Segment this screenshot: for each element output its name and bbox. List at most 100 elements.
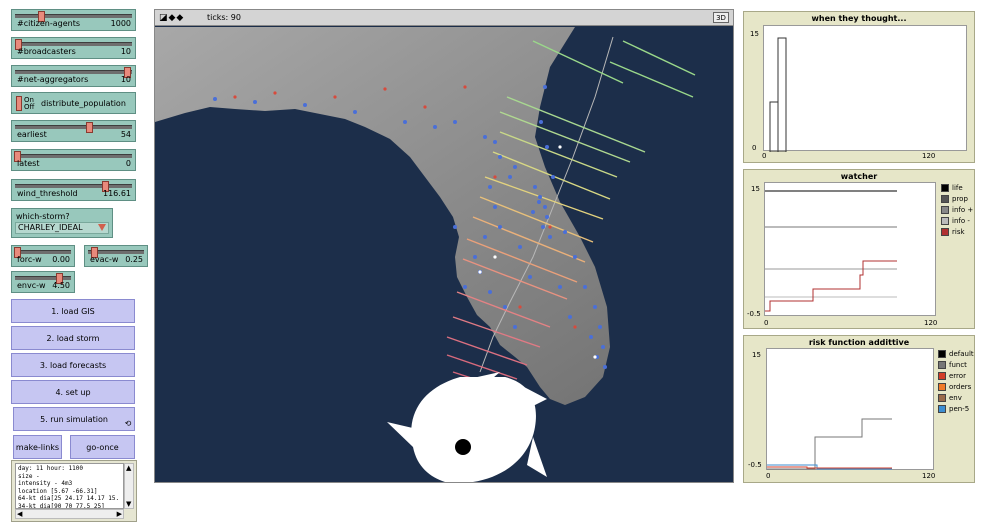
- legend-label: funct: [949, 360, 967, 369]
- legend-swatch: [941, 216, 949, 225]
- load-forecasts-button[interactable]: 3. load forecasts: [11, 353, 135, 377]
- slider-value: 116.61: [103, 189, 131, 198]
- world-view[interactable]: ◪◆◆ ticks: 90 3D: [154, 9, 734, 483]
- legend-label: orders: [949, 382, 972, 391]
- slider-value: 10: [120, 75, 131, 84]
- run-simulation-button[interactable]: 5. run simulation ⟲: [13, 407, 135, 431]
- plot-svg: [765, 190, 897, 312]
- slider-label: #citizen-agents: [17, 19, 81, 28]
- earliest-slider[interactable]: earliest 54: [11, 120, 136, 142]
- switch-label: distribute_population: [41, 99, 126, 108]
- y-max-label: 15: [750, 30, 759, 38]
- scroll-down-icon[interactable]: ▼: [126, 500, 131, 508]
- scroll-up-icon[interactable]: ▲: [126, 464, 131, 472]
- legend-swatch: [938, 349, 946, 358]
- latest-slider[interactable]: latest 0: [11, 149, 136, 171]
- legend: life prop info + info - risk: [941, 182, 973, 237]
- legend-item: pen-5: [938, 403, 974, 414]
- plot-area: [764, 182, 936, 316]
- button-label: 1. load GIS: [51, 306, 95, 316]
- x-min-label: 0: [762, 152, 767, 160]
- legend-label: env: [949, 393, 962, 402]
- legend-swatch: [941, 183, 949, 192]
- plot-area: [766, 348, 934, 470]
- view-controls-icon[interactable]: ◪◆◆: [159, 13, 184, 23]
- legend-swatch: [941, 205, 949, 214]
- plot-risk-function-additive[interactable]: risk function addittive 15 -0.5 0 120 de…: [743, 335, 975, 483]
- legend-swatch: [938, 404, 946, 413]
- switch-toggle[interactable]: [16, 96, 22, 111]
- legend-swatch: [938, 393, 946, 402]
- setup-button[interactable]: 4. set up: [11, 380, 135, 404]
- slider-label: envc-w: [17, 281, 46, 290]
- slider-track: [15, 125, 132, 129]
- net-aggregators-slider[interactable]: #net-aggregators 10: [11, 65, 136, 87]
- envc-w-slider[interactable]: envc-w 4.50: [11, 271, 75, 293]
- slider-label: forc-w: [17, 255, 42, 264]
- output-text: day: 11 hour: 1100 size - intensity - 4m…: [15, 463, 124, 509]
- load-storm-button[interactable]: 2. load storm: [11, 326, 135, 350]
- distribute-population-switch[interactable]: On Off distribute_population: [11, 92, 136, 114]
- slider-value: 10: [120, 47, 131, 56]
- x-min-label: 0: [766, 472, 771, 480]
- slider-track: [15, 154, 132, 158]
- legend-label: pen-5: [949, 404, 970, 413]
- plot-title: risk function addittive: [808, 338, 910, 347]
- slider-track: [15, 14, 132, 18]
- button-label: make-links: [15, 442, 60, 452]
- broadcasters-slider[interactable]: #broadcasters 10: [11, 37, 136, 59]
- button-label: go-once: [86, 442, 119, 452]
- slider-track: [15, 42, 132, 46]
- slider-label: #broadcasters: [17, 47, 76, 56]
- slider-knob[interactable]: [86, 122, 93, 133]
- histogram-bar: [777, 37, 787, 152]
- scroll-left-icon[interactable]: ◀: [17, 510, 22, 518]
- legend-label: life: [952, 183, 963, 192]
- forc-w-slider[interactable]: forc-w 0.00: [11, 245, 75, 267]
- slider-value: 0: [125, 159, 131, 168]
- button-label: 4. set up: [55, 387, 91, 397]
- slider-label: earliest: [17, 130, 47, 139]
- output-horizontal-scrollbar[interactable]: ◀ ▶: [15, 509, 124, 519]
- button-label: 3. load forecasts: [39, 360, 107, 370]
- y-max-label: 15: [751, 185, 760, 193]
- legend: default funct error orders env pen-5: [938, 348, 974, 414]
- evac-w-slider[interactable]: evac-w 0.25: [84, 245, 148, 267]
- plot-watcher[interactable]: watcher 15 -0.5 0 120 life prop info + i…: [743, 169, 975, 329]
- load-gis-button[interactable]: 1. load GIS: [11, 299, 135, 323]
- legend-item: info -: [941, 215, 973, 226]
- make-links-button[interactable]: make-links: [13, 435, 62, 459]
- chooser-label: which-storm?: [16, 212, 70, 221]
- legend-swatch: [941, 194, 949, 203]
- slider-track: [15, 184, 132, 188]
- x-max-label: 120: [922, 152, 936, 160]
- slider-track: [15, 250, 71, 254]
- chooser-select[interactable]: CHARLEY_IDEAL: [15, 222, 109, 234]
- y-min-label: -0.5: [748, 461, 762, 469]
- legend-item: life: [941, 182, 973, 193]
- citizen-agents-slider[interactable]: #citizen-agents 1000: [11, 9, 136, 31]
- button-label: 2. load storm: [46, 333, 100, 343]
- output-vertical-scrollbar[interactable]: ▲ ▼: [124, 463, 134, 509]
- forever-icon: ⟲: [124, 419, 132, 428]
- slider-label: latest: [17, 159, 40, 168]
- slider-label: wind_threshold: [17, 189, 78, 198]
- which-storm-chooser[interactable]: which-storm? CHARLEY_IDEAL: [11, 208, 113, 238]
- legend-swatch: [938, 360, 946, 369]
- plot-title: when they thought...: [811, 14, 907, 23]
- view-toolbar: ◪◆◆ ticks: 90 3D: [155, 10, 733, 26]
- legend-swatch: [938, 371, 946, 380]
- slider-track: [15, 70, 132, 74]
- legend-swatch: [938, 382, 946, 391]
- wind-threshold-slider[interactable]: wind_threshold 116.61: [11, 179, 136, 201]
- series-funct-line: [767, 418, 892, 470]
- plot-when-they-thought[interactable]: when they thought... 15 0 0 120: [743, 11, 975, 163]
- go-once-button[interactable]: go-once: [70, 435, 135, 459]
- legend-item: funct: [938, 359, 974, 370]
- legend-swatch: [941, 227, 949, 236]
- plot-svg: [769, 37, 787, 152]
- scroll-right-icon[interactable]: ▶: [117, 510, 122, 518]
- 3d-button[interactable]: 3D: [713, 12, 729, 23]
- legend-item: prop: [941, 193, 973, 204]
- output-area[interactable]: day: 11 hour: 1100 size - intensity - 4m…: [11, 460, 137, 522]
